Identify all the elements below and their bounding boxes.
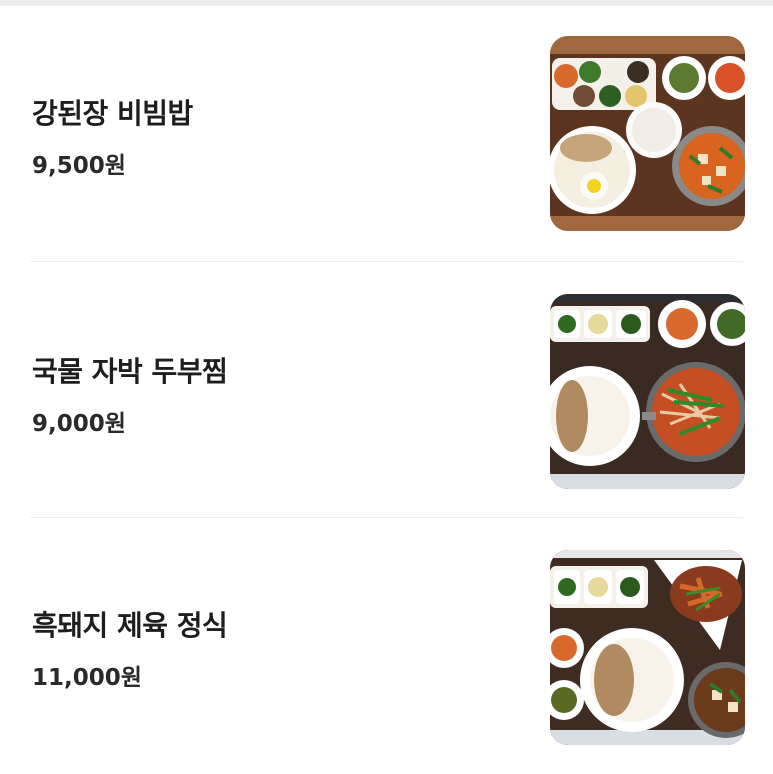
pork-set-photo[interactable] [550,550,745,745]
menu-item-name: 국물 자박 두부찜 [32,355,228,388]
menu-list: 강된장 비빔밥 9,500원 국물 자박 두부찜 9,000원 흑돼지 제육 정… [0,6,773,774]
menu-item-name: 강된장 비빔밥 [32,97,193,130]
bibimbap-set-photo[interactable] [550,36,745,231]
menu-item-text: 흑돼지 제육 정식 11,000원 [32,604,228,692]
menu-item-text: 강된장 비빔밥 9,500원 [32,92,193,180]
menu-item-name: 흑돼지 제육 정식 [32,609,228,642]
menu-item[interactable]: 국물 자박 두부찜 9,000원 [0,262,773,518]
menu-item-text: 국물 자박 두부찜 9,000원 [32,350,228,438]
menu-item[interactable]: 강된장 비빔밥 9,500원 [0,6,773,262]
menu-item-price: 9,500원 [32,153,126,179]
menu-item-price: 11,000원 [32,665,142,691]
menu-item-price: 9,000원 [32,411,126,437]
menu-item[interactable]: 흑돼지 제육 정식 11,000원 [0,518,773,774]
braised-tofu-set-photo[interactable] [550,294,745,489]
